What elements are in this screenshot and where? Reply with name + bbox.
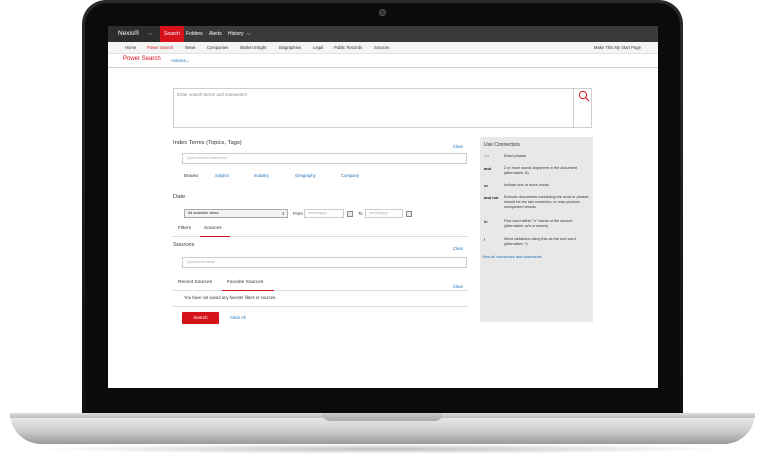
camera-icon (379, 9, 386, 16)
title-bar (108, 54, 658, 68)
app-screen: Nexis® ⌵ Search Folders Alerts History ⌵… (108, 26, 658, 388)
connector-op: and not (484, 195, 499, 200)
active-recent-tab-indicator (222, 290, 274, 291)
date-to-input[interactable]: mm/dd/yyyy (365, 209, 403, 218)
connector-desc: Exclude documents containing the word or… (504, 195, 590, 209)
connector-op: and (484, 166, 492, 171)
calendar-icon[interactable] (347, 211, 353, 217)
date-range-value: All available dates (188, 211, 219, 215)
connector-desc: First word within "n" words of the secon… (504, 219, 573, 228)
recent-clear-link[interactable]: Clear (453, 284, 463, 289)
tab-recent-sources[interactable]: Recent Sources (178, 280, 212, 285)
recent-tabs-divider (173, 290, 468, 291)
make-start-page-link[interactable]: Make This My Start Page (594, 42, 641, 54)
sub-nav: Home Power Search News Companies Market … (108, 42, 658, 54)
recent-bottom-divider (173, 306, 468, 307)
laptop-shadow (30, 444, 735, 454)
tab-favorite-sources[interactable]: Favorite Sources (227, 280, 263, 285)
date-from-placeholder: mm/dd/yyyy (308, 211, 327, 215)
date-range-select[interactable]: All available dates ⇕ (184, 209, 288, 218)
empty-favorites-message: You have not saved any favorite filters … (184, 295, 277, 300)
date-to-label: To (358, 211, 363, 216)
sources-placeholder: Type source name (186, 260, 215, 264)
sub-nav-public-records[interactable]: Public Records (334, 42, 362, 54)
connector-desc: 2 or more words anywhere in the document… (504, 166, 578, 175)
sources-clear-link[interactable]: Clear (453, 246, 463, 251)
sources-input[interactable]: Type source name (182, 257, 467, 268)
sub-nav-power-search[interactable]: Power Search (147, 42, 173, 54)
actions-menu[interactable]: Actions⌄ (171, 58, 190, 64)
index-terms-label: Index Terms (Topics, Tags) (173, 140, 242, 146)
search-divider (573, 88, 574, 128)
search-placeholder: Enter search terms and connectors (177, 92, 248, 97)
index-terms-placeholder: Type a word or select term (186, 156, 228, 160)
sub-nav-legal[interactable]: Legal (313, 42, 323, 54)
sub-nav-biographies[interactable]: Biographies (279, 42, 301, 54)
sub-nav-sources[interactable]: Sources (374, 42, 389, 54)
sub-nav-companies[interactable]: Companies (207, 42, 228, 54)
active-tab-indicator (200, 236, 230, 237)
top-nav-search[interactable]: Search (160, 26, 184, 42)
browse-label: Browse: (184, 173, 200, 178)
browse-geography-link[interactable]: Geography (295, 173, 316, 178)
connector-desc: Exact phrase (504, 154, 527, 158)
search-button[interactable]: Search (182, 312, 219, 324)
browse-subject-link[interactable]: Subject (215, 173, 229, 178)
connector-op: or (484, 183, 488, 188)
date-to-placeholder: mm/dd/yyyy (369, 211, 388, 215)
top-nav-folders[interactable]: Folders (186, 26, 203, 42)
page-title: Power Search (123, 56, 161, 62)
connector-desc: Include one or more words (504, 183, 549, 187)
connectors-panel: Use Connectors " " Exact phrase and 2 or… (480, 137, 593, 322)
browse-industry-link[interactable]: Industry (254, 173, 269, 178)
date-from-label: From (293, 211, 303, 216)
sub-nav-news[interactable]: News (185, 42, 195, 54)
connector-desc: Word variations using this as the root w… (504, 237, 576, 246)
sub-nav-market-insight[interactable]: Market Insight (240, 42, 266, 54)
laptop-notch (322, 413, 443, 421)
tab-filters[interactable]: Filters (178, 226, 191, 231)
connectors-title: Use Connectors (484, 142, 520, 148)
chevron-down-icon[interactable]: ⌵ (148, 26, 153, 42)
tab-sources[interactable]: Sources (204, 226, 222, 231)
index-terms-input[interactable]: Type a word or select term (182, 153, 467, 164)
chevron-down-icon: ⌄ (185, 58, 190, 63)
select-arrows-icon: ⇕ (281, 211, 285, 216)
date-label: Date (173, 194, 186, 200)
calendar-icon[interactable] (406, 211, 412, 217)
top-nav-alerts[interactable]: Alerts (209, 26, 222, 42)
connector-op: /n (484, 219, 488, 224)
history-chevron-down-icon[interactable]: ⌵ (247, 26, 251, 42)
search-icon[interactable] (578, 90, 590, 102)
sources-label: Sources (173, 242, 195, 248)
actions-label: Actions (171, 58, 186, 63)
index-terms-clear-link[interactable]: Clear (453, 144, 463, 149)
view-all-connectors-link[interactable]: View all connectors and commands (482, 255, 542, 260)
connector-op: " " (484, 154, 489, 159)
browse-company-link[interactable]: Company (341, 173, 359, 178)
top-nav-history[interactable]: History (228, 26, 244, 42)
sub-nav-home[interactable]: Home (125, 42, 136, 54)
date-from-input[interactable]: mm/dd/yyyy (304, 209, 344, 218)
clear-all-link[interactable]: Clear All (230, 315, 246, 320)
connector-op: ! (484, 237, 486, 242)
